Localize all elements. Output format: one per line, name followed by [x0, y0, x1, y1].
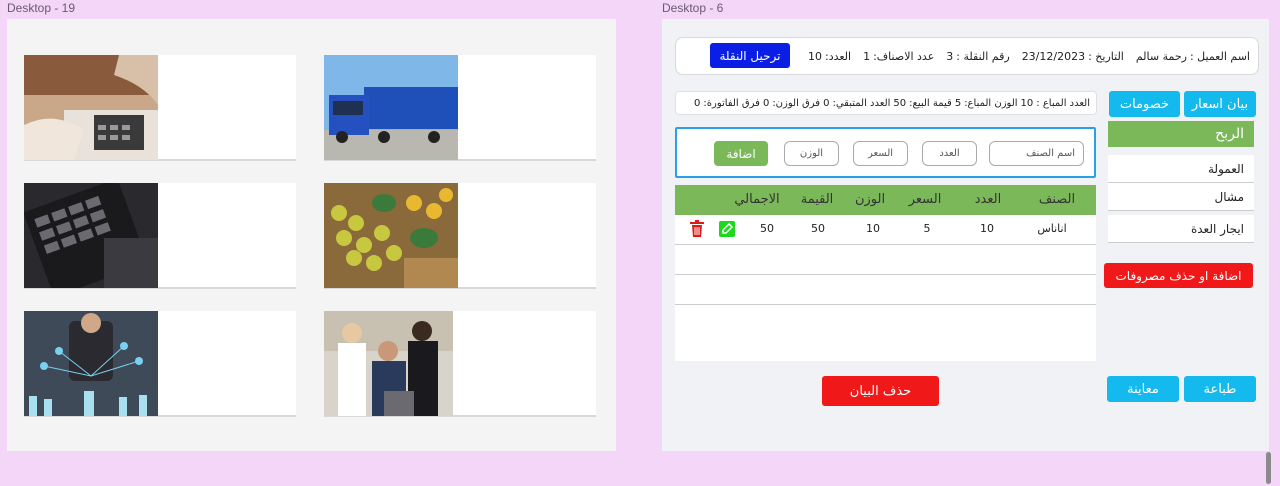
add-delete-expenses-button[interactable]: اضافة او حذف مصروفات	[1104, 263, 1253, 288]
column-header-weight: الوزن	[854, 192, 886, 207]
table-row	[675, 275, 1096, 305]
item-name-input[interactable]: اسم الصنف	[989, 141, 1084, 166]
discounts-button[interactable]: خصومات	[1109, 91, 1180, 117]
sold-weight-value: 5	[954, 97, 962, 109]
sale-value-value: 50	[893, 97, 907, 109]
sold-count-value: 10	[1020, 97, 1034, 109]
weight-diff-label: فرق الوزن:	[772, 97, 821, 109]
count-input[interactable]: العدد	[922, 141, 977, 166]
cell-item: اناناس	[1037, 221, 1067, 235]
shipment-label: رقم النقلة :	[956, 49, 1010, 63]
add-item-form: اسم الصنف العدد السعر الوزن اضافة	[675, 127, 1096, 178]
desktop-6-frame: اسم العميل : رحمة سالم التاريخ : 23/12/2…	[662, 19, 1269, 451]
items-label: عدد الاصناف:	[873, 49, 935, 63]
sold-weight-label: الوزن المباع:	[964, 97, 1018, 109]
shipment-value: 3	[946, 49, 954, 63]
calculator-keypad-image	[24, 183, 158, 288]
table-row	[675, 245, 1096, 275]
category-card[interactable]	[324, 55, 596, 161]
column-header-value: القيمة	[800, 192, 834, 207]
weight-input[interactable]: الوزن	[784, 141, 839, 166]
preview-button[interactable]: معاينة	[1107, 376, 1179, 402]
add-item-button[interactable]: اضافة	[714, 141, 768, 166]
desktop-19-frame	[7, 19, 616, 451]
delete-icon[interactable]	[690, 220, 704, 237]
equipment-rent-item[interactable]: ايجار العدة	[1108, 215, 1254, 243]
cell-price: 5	[923, 221, 931, 235]
category-card[interactable]	[24, 183, 296, 289]
invoice-diff-label: فرق الفاتورة:	[703, 97, 760, 109]
finance-calculator-image	[24, 55, 158, 160]
customer-value: رحمة سالم	[1135, 49, 1187, 63]
business-network-image	[24, 311, 158, 416]
remaining-value: 0	[823, 97, 830, 109]
edit-icon[interactable]	[719, 221, 735, 237]
porter-item[interactable]: مشال	[1108, 183, 1254, 211]
weight-diff-value: 0	[762, 97, 770, 109]
delete-statement-button[interactable]: حذف البيان	[822, 376, 939, 406]
customer-label: اسم العميل :	[1189, 49, 1250, 63]
print-button[interactable]: طباعة	[1184, 376, 1256, 402]
items-table-body: اناناس 10 5 10 50 50	[675, 215, 1096, 361]
fruit-crates-image	[324, 183, 458, 288]
cell-weight: 10	[866, 221, 880, 235]
date-label: التاريخ :	[1088, 49, 1124, 63]
category-card[interactable]	[24, 311, 296, 417]
totals-bar: العدد المباع :10 الوزن المباع: 5 قيمة الب…	[675, 91, 1097, 115]
blue-truck-image	[324, 55, 458, 160]
category-card[interactable]	[324, 183, 596, 289]
cell-value: 50	[811, 221, 825, 235]
sold-count-label: العدد المباع :	[1036, 97, 1090, 109]
transfer-shipment-button[interactable]: ترحيل النقلة	[710, 43, 790, 68]
frame-title-left: Desktop - 19	[7, 1, 76, 15]
category-card[interactable]	[24, 55, 296, 161]
items-table-header: الصنف العدد السعر الوزن القيمة الاجمالي	[675, 185, 1096, 215]
scrollbar-thumb[interactable]	[1266, 452, 1271, 484]
column-header-count: العدد	[974, 192, 1002, 207]
commission-item[interactable]: العمولة	[1108, 155, 1254, 183]
column-header-item: الصنف	[1038, 192, 1076, 207]
date-value: 23/12/2023	[1021, 49, 1086, 63]
frame-title-right: Desktop - 6	[662, 1, 724, 15]
column-header-total: الاجمالي	[734, 192, 780, 207]
remaining-label: العدد المتبقي:	[832, 97, 891, 109]
cell-count: 10	[980, 221, 994, 235]
price-statement-button[interactable]: بيان اسعار	[1184, 91, 1256, 117]
items-value: 1	[863, 49, 871, 63]
cell-total: 50	[760, 221, 774, 235]
price-input[interactable]: السعر	[853, 141, 908, 166]
table-row: اناناس 10 5 10 50 50	[675, 215, 1096, 245]
sale-value-label: قيمة البيع:	[909, 97, 952, 109]
category-card[interactable]	[324, 311, 596, 417]
profit-header: الربح	[1108, 121, 1254, 147]
count-value: 10	[807, 49, 822, 63]
column-header-price: السعر	[908, 192, 942, 207]
invoice-diff-value: 0	[694, 97, 701, 109]
office-team-image	[324, 311, 453, 416]
count-label: العدد:	[824, 49, 852, 63]
